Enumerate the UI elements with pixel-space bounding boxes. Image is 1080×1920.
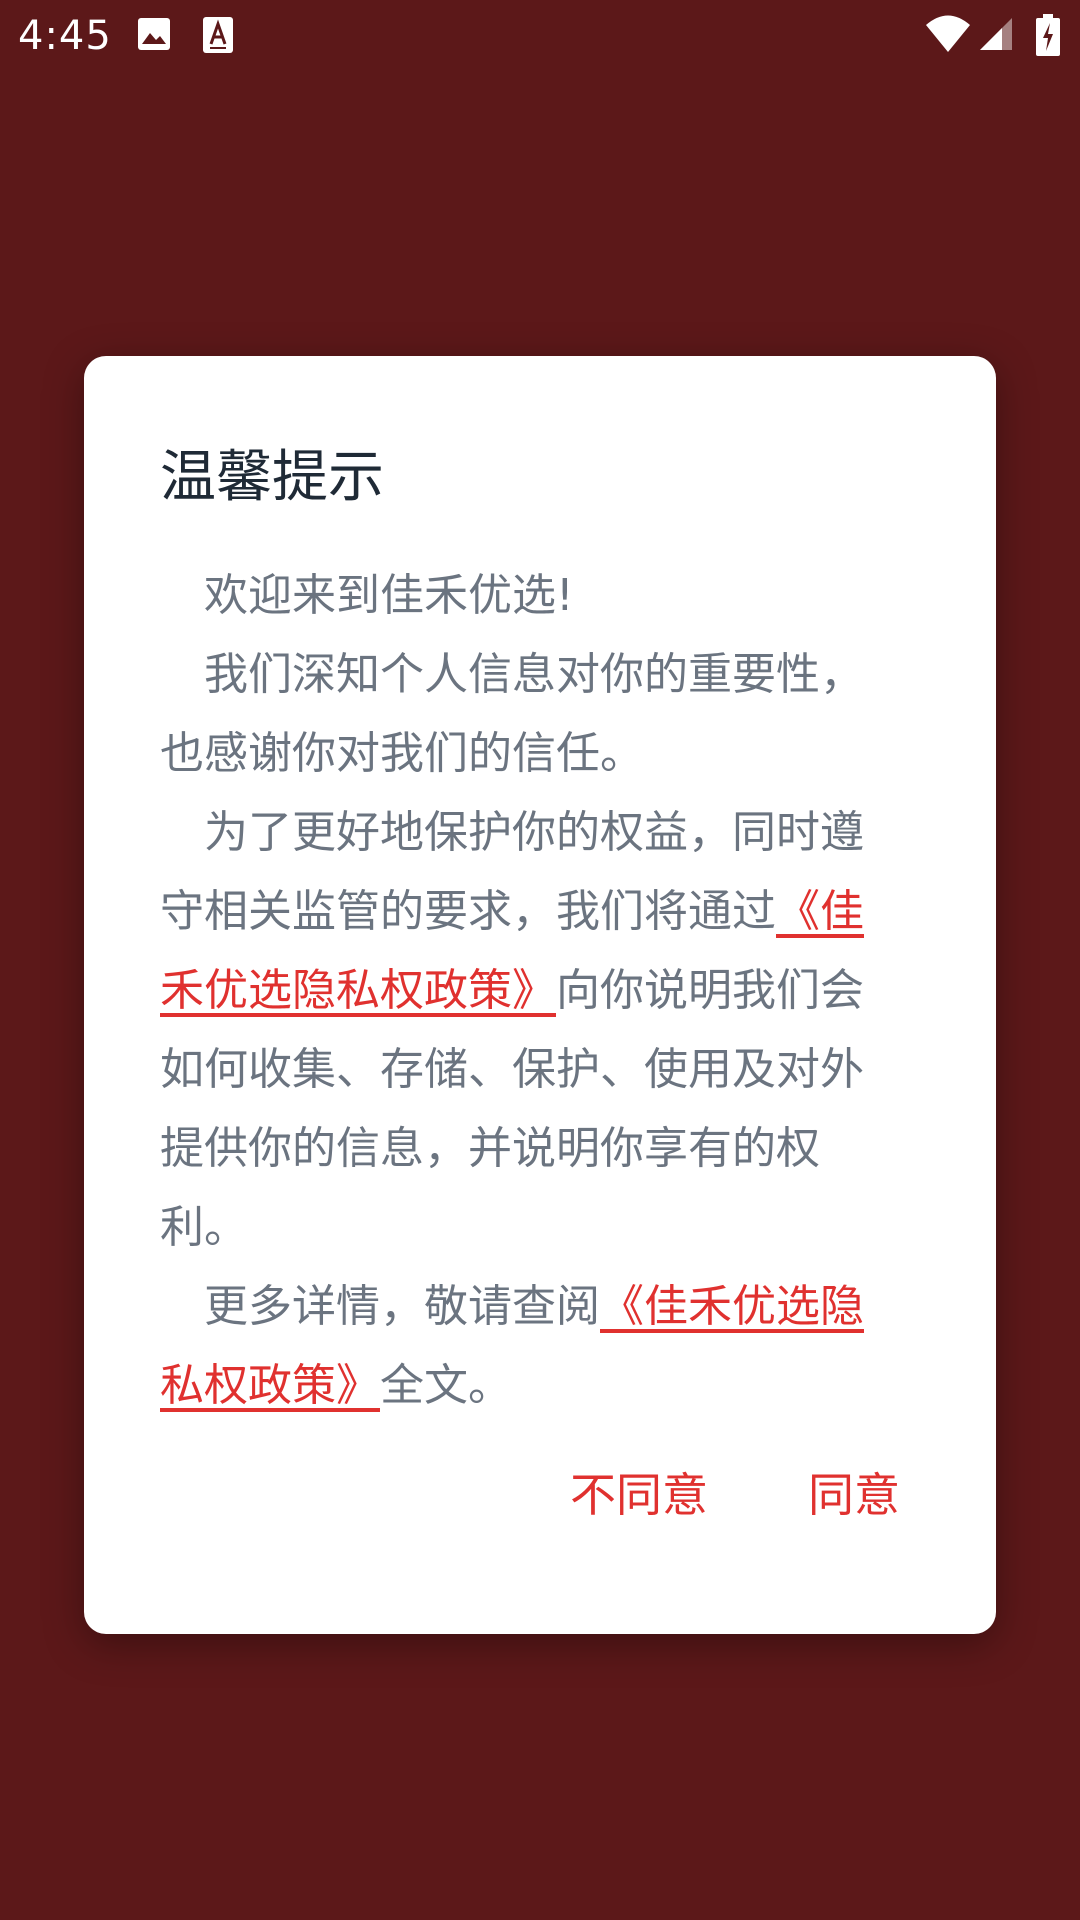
status-bar: 4:45 xyxy=(0,0,1080,72)
gallery-icon xyxy=(136,16,172,56)
policy-intro-text-before: 为了更好地保护你的权益，同时遵守相关监管的要求，我们将通过 xyxy=(160,807,864,937)
paragraph-policy-intro: 为了更好地保护你的权益，同时遵守相关监管的要求，我们将通过《佳禾优选隐私权政策》… xyxy=(160,793,886,1267)
paragraph-welcome: 欢迎来到佳禾优选! xyxy=(160,556,886,635)
privacy-dialog: 温馨提示 欢迎来到佳禾优选! 我们深知个人信息对你的重要性，也感谢你对我们的信任… xyxy=(84,356,996,1634)
disagree-button[interactable]: 不同意 xyxy=(570,1450,708,1540)
battery-charging-icon xyxy=(1036,14,1060,60)
a-notification-icon xyxy=(202,16,234,58)
wifi-icon xyxy=(925,14,971,58)
more-details-text-after: 全文。 xyxy=(380,1360,512,1411)
agree-button[interactable]: 同意 xyxy=(808,1450,900,1540)
paragraph-importance: 我们深知个人信息对你的重要性，也感谢你对我们的信任。 xyxy=(160,635,886,793)
dialog-body: 欢迎来到佳禾优选! 我们深知个人信息对你的重要性，也感谢你对我们的信任。 为了更… xyxy=(160,556,886,1425)
welcome-text: 欢迎来到佳禾优选! xyxy=(204,570,574,621)
status-time: 4:45 xyxy=(18,13,112,59)
more-details-text-before: 更多详情，敬请查阅 xyxy=(204,1281,600,1332)
importance-text: 我们深知个人信息对你的重要性，也感谢你对我们的信任。 xyxy=(160,649,864,779)
dialog-actions: 不同意 同意 xyxy=(84,1450,996,1540)
paragraph-more-details: 更多详情，敬请查阅《佳禾优选隐私权政策》全文。 xyxy=(160,1267,886,1425)
signal-icon xyxy=(978,16,1014,56)
dialog-title: 温馨提示 xyxy=(160,445,384,510)
